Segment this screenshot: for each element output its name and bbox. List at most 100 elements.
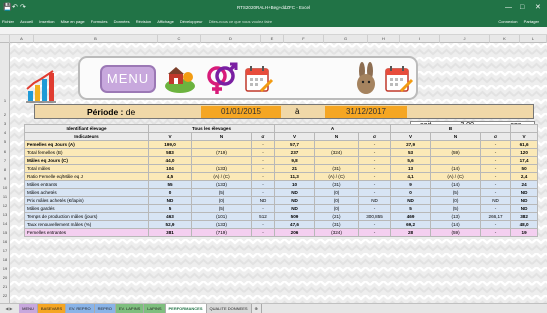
value-cell[interactable]: 48,0	[510, 220, 539, 229]
row-header[interactable]: 21	[0, 284, 10, 289]
value-cell[interactable]: ND	[274, 204, 316, 213]
value-cell[interactable]: -	[358, 228, 392, 237]
value-cell[interactable]: -	[480, 204, 512, 213]
value-cell[interactable]: -	[480, 220, 512, 229]
sheet-tab[interactable]: PERFORMANCES	[165, 304, 207, 313]
value-cell[interactable]: (14)	[430, 220, 482, 229]
value-cell[interactable]: -	[250, 164, 276, 173]
value-cell[interactable]: (0)	[191, 196, 252, 205]
value-cell[interactable]: 4,5	[148, 172, 192, 181]
value-cell[interactable]: -	[358, 220, 392, 229]
value-cell[interactable]: -	[480, 140, 512, 149]
indicator-cell[interactable]: Mâles gardés	[24, 204, 149, 213]
value-cell[interactable]	[314, 140, 360, 149]
tab-affichage[interactable]: Affichage	[157, 16, 174, 27]
value-cell[interactable]: -	[358, 188, 392, 197]
value-cell[interactable]: -	[480, 180, 512, 189]
value-cell[interactable]: 5,6	[390, 156, 432, 165]
value-cell[interactable]: ND	[510, 188, 539, 197]
value-cell[interactable]: ND	[250, 196, 276, 205]
value-cell[interactable]: (59)	[430, 228, 482, 237]
value-cell[interactable]: 382	[510, 212, 539, 221]
value-cell[interactable]	[191, 140, 252, 149]
indicator-cell[interactable]: Mâles eq Jours (C)	[24, 156, 149, 165]
row-header[interactable]: 20	[0, 275, 10, 280]
share-button[interactable]: Partager	[524, 16, 539, 27]
value-cell[interactable]: (31)	[314, 164, 360, 173]
row-header[interactable]: 12	[0, 203, 10, 208]
row-header[interactable]: 11	[0, 194, 10, 199]
value-cell[interactable]: (14)	[430, 164, 482, 173]
value-cell[interactable]: -	[250, 180, 276, 189]
indicator-cell[interactable]: Total femelles (B)	[24, 148, 149, 157]
value-cell[interactable]: 4,1	[390, 172, 432, 181]
value-cell[interactable]: -	[358, 204, 392, 213]
sheet-tab[interactable]: REPRO	[94, 304, 116, 313]
sheet-tab[interactable]: MENU	[19, 304, 38, 313]
row-header[interactable]: 15	[0, 230, 10, 235]
column-header[interactable]: H	[368, 35, 400, 43]
value-cell[interactable]: (0)	[430, 196, 482, 205]
value-cell[interactable]: 24	[510, 180, 539, 189]
row-header[interactable]: 4	[0, 130, 10, 135]
row-header[interactable]: 22	[0, 293, 10, 298]
value-cell[interactable]: 206	[274, 228, 316, 237]
indicator-cell[interactable]: Femelles eq Jours (A)	[24, 140, 149, 149]
value-cell[interactable]: 17,4	[510, 156, 539, 165]
value-cell[interactable]: (0)	[314, 188, 360, 197]
value-cell[interactable]: 509	[274, 212, 316, 221]
value-cell[interactable]: 469	[390, 212, 432, 221]
period-end-date[interactable]: 31/12/2017	[325, 106, 407, 118]
value-cell[interactable]: 69,2	[390, 220, 432, 229]
row-header[interactable]: 18	[0, 257, 10, 262]
formula-bar[interactable]	[0, 27, 547, 35]
indicator-cell[interactable]: Mâles entrants	[24, 180, 149, 189]
value-cell[interactable]: -	[250, 156, 276, 165]
value-cell[interactable]: -	[250, 148, 276, 157]
value-cell[interactable]: 9	[390, 180, 432, 189]
row-header[interactable]: 7	[0, 158, 10, 163]
sheet-nav-arrows[interactable]: ◀ ▶	[0, 304, 18, 313]
row-header[interactable]: 17	[0, 248, 10, 253]
value-cell[interactable]: ND	[274, 188, 316, 197]
value-cell[interactable]: ND	[274, 196, 316, 205]
value-cell[interactable]: ND	[148, 196, 192, 205]
value-cell[interactable]: (5)	[191, 204, 252, 213]
indicator-cell[interactable]: Total mâles	[24, 164, 149, 173]
value-cell[interactable]: 2,4	[510, 172, 539, 181]
indicator-cell[interactable]: Prix mâles achetés (€/lapin)	[24, 196, 149, 205]
value-cell[interactable]: 463	[148, 212, 192, 221]
sign-in-link[interactable]: Connexion	[498, 16, 517, 27]
column-header[interactable]: E	[261, 35, 284, 43]
calendar-edit-icon-2[interactable]	[384, 64, 414, 94]
value-cell[interactable]: -	[358, 156, 392, 165]
value-cell[interactable]: (59)	[430, 148, 482, 157]
value-cell[interactable]: 237	[274, 148, 316, 157]
value-cell[interactable]: -	[480, 148, 512, 157]
value-cell[interactable]: 55	[148, 180, 192, 189]
value-cell[interactable]: 266,17	[480, 212, 512, 221]
value-cell[interactable]: -	[250, 188, 276, 197]
column-header[interactable]: L	[520, 35, 547, 43]
column-header[interactable]: I	[400, 35, 440, 43]
value-cell[interactable]: (A) / (C)	[191, 172, 252, 181]
value-cell[interactable]: -	[480, 156, 512, 165]
value-cell[interactable]: 47,6	[274, 220, 316, 229]
value-cell[interactable]: -	[480, 228, 512, 237]
value-cell[interactable]: 5	[390, 204, 432, 213]
value-cell[interactable]	[430, 156, 482, 165]
value-cell[interactable]: -	[250, 140, 276, 149]
value-cell[interactable]: 10	[274, 180, 316, 189]
value-cell[interactable]: ND	[390, 196, 432, 205]
value-cell[interactable]: 19	[510, 228, 539, 237]
row-header[interactable]: 9	[0, 176, 10, 181]
row-header[interactable]: 6	[0, 149, 10, 154]
value-cell[interactable]: ND	[510, 204, 539, 213]
value-cell[interactable]: 583	[148, 148, 192, 157]
value-cell[interactable]: (13)	[430, 212, 482, 221]
value-cell[interactable]: 61,6	[510, 140, 539, 149]
value-cell[interactable]: ND	[510, 196, 539, 205]
column-header[interactable]: K	[490, 35, 520, 43]
row-header[interactable]: 8	[0, 167, 10, 172]
row-header[interactable]: 16	[0, 239, 10, 244]
